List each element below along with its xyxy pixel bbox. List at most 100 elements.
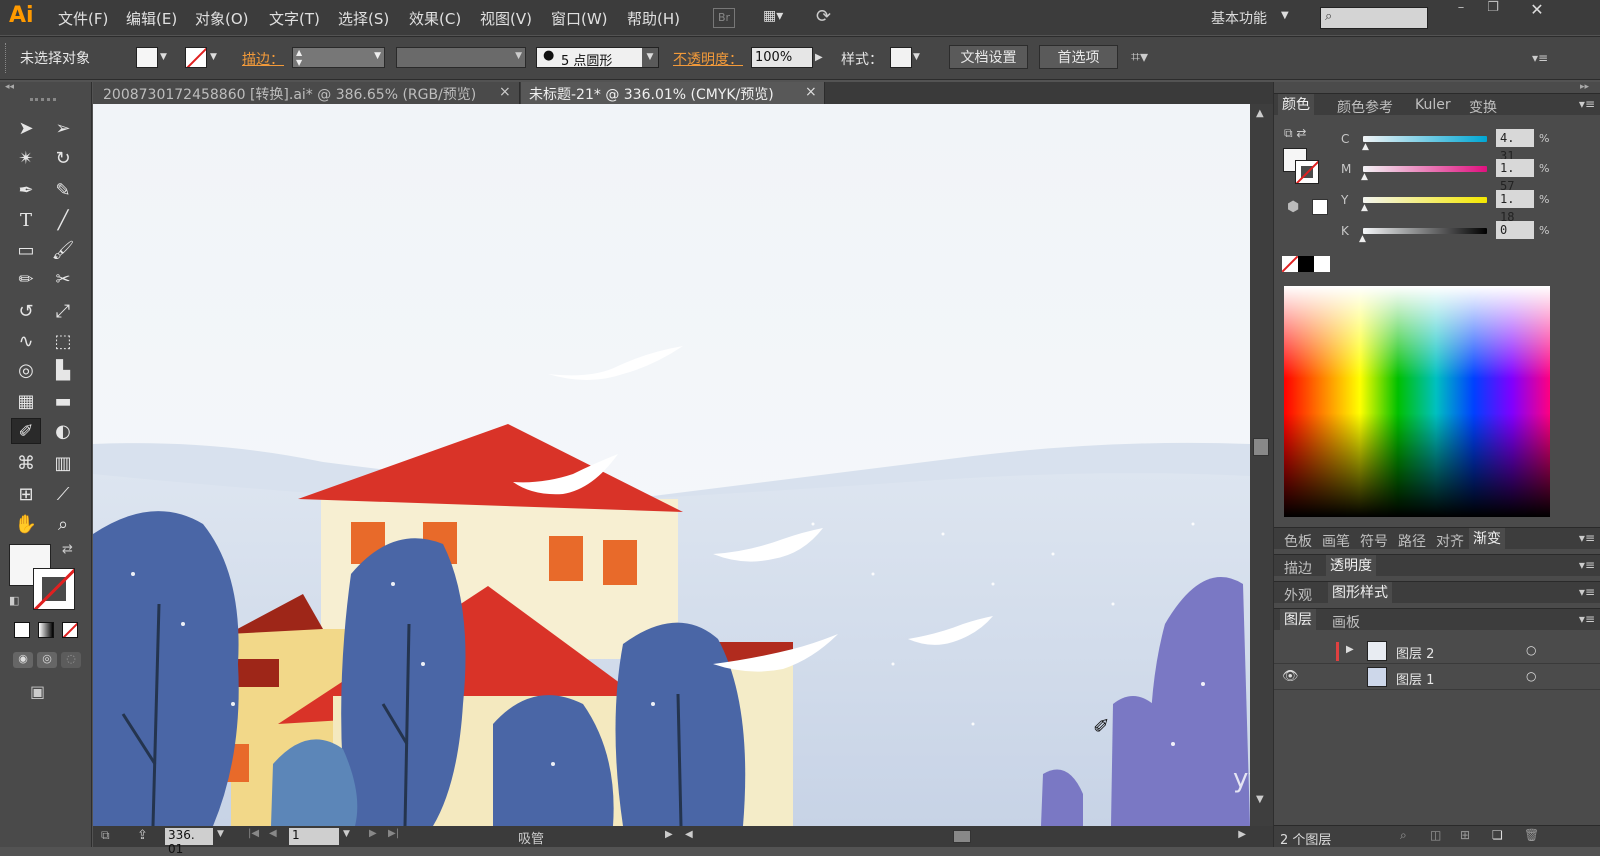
- vertical-scrollbar[interactable]: ▲ ▼: [1250, 104, 1273, 826]
- magenta-value-input[interactable]: 1. 57: [1496, 159, 1534, 193]
- draw-behind-icon[interactable]: ◎: [37, 652, 57, 668]
- stroke-dropdown-icon[interactable]: ▼: [210, 47, 222, 68]
- expand-triangle-icon[interactable]: ▶: [1346, 644, 1354, 655]
- make-clipping-mask-icon[interactable]: ◫: [1430, 828, 1441, 842]
- none-mode-button[interactable]: [62, 622, 78, 638]
- paintbrush-tool-icon[interactable]: 🖌: [48, 237, 78, 263]
- draw-normal-icon[interactable]: ◉: [13, 652, 33, 668]
- tab-symbols[interactable]: 符号: [1360, 531, 1388, 551]
- graphic-style-dropdown-icon[interactable]: ▼: [913, 47, 927, 68]
- help-search-input[interactable]: ⌕: [1320, 7, 1428, 29]
- warp-tool-icon[interactable]: ∿: [11, 328, 41, 354]
- swatches-panel-menu-icon[interactable]: ▾≡: [1579, 531, 1595, 545]
- direct-selection-tool-icon[interactable]: ➢: [48, 115, 78, 141]
- status-menu-icon[interactable]: ▶: [665, 829, 673, 840]
- magenta-slider-handle[interactable]: ▲: [1361, 172, 1368, 182]
- black-color-swatch[interactable]: [1298, 256, 1314, 272]
- tab-appearance[interactable]: 外观: [1284, 585, 1312, 605]
- layer-row[interactable]: ▶ 图层 2 ○: [1274, 639, 1600, 664]
- menu-object[interactable]: 对象(O): [195, 8, 249, 29]
- artboard-dropdown-icon[interactable]: ▼: [343, 829, 350, 839]
- menu-help[interactable]: 帮助(H): [627, 8, 680, 29]
- pencil-tool-icon[interactable]: ✏: [11, 266, 41, 292]
- preferences-button[interactable]: 首选项: [1039, 45, 1118, 69]
- blend-tool-icon[interactable]: ◐: [48, 418, 78, 444]
- fill-stroke-mini-icon[interactable]: ⧉ ⇄: [1284, 126, 1306, 141]
- stroke-swatch[interactable]: [185, 47, 207, 68]
- scroll-down-icon[interactable]: ▼: [1256, 794, 1264, 805]
- color-mode-button[interactable]: [14, 622, 30, 638]
- prev-artboard-icon[interactable]: ◀: [269, 828, 277, 839]
- line-segment-tool-icon[interactable]: ╱: [48, 207, 78, 233]
- rectangle-tool-icon[interactable]: ▭: [11, 237, 41, 263]
- last-artboard-icon[interactable]: ▶|: [388, 828, 399, 839]
- column-graph-tool-icon[interactable]: ▥: [48, 450, 78, 476]
- tab-artboards[interactable]: 画板: [1332, 612, 1360, 632]
- menu-select[interactable]: 选择(S): [338, 8, 389, 29]
- document-tab-1-close-icon[interactable]: ×: [499, 84, 511, 100]
- tools-panel-collapse-icon[interactable]: ◂◂: [5, 82, 14, 92]
- stroke-label[interactable]: 描边：: [242, 49, 284, 69]
- workspace-chevron-icon[interactable]: ▼: [1281, 10, 1289, 21]
- scissors-tool-icon[interactable]: ✂: [48, 266, 78, 292]
- tab-transform[interactable]: 变换: [1469, 97, 1497, 117]
- control-panel-menu-icon[interactable]: ▾≡: [1532, 51, 1548, 65]
- layers-panel-menu-icon[interactable]: ▾≡: [1579, 612, 1595, 626]
- menu-view[interactable]: 视图(V): [480, 8, 532, 29]
- brush-dropdown-icon[interactable]: ▼: [642, 48, 658, 67]
- close-button[interactable]: ✕: [1522, 0, 1552, 24]
- scroll-right-icon[interactable]: ▶: [1238, 829, 1246, 840]
- layer-row[interactable]: 👁 图层 1 ○: [1274, 665, 1600, 690]
- menu-edit[interactable]: 编辑(E): [126, 8, 177, 29]
- cyan-slider-handle[interactable]: ▲: [1362, 142, 1369, 152]
- variable-width-profile[interactable]: ▼: [396, 47, 526, 68]
- tab-brushes[interactable]: 画笔: [1322, 531, 1350, 551]
- new-layer-icon[interactable]: ❏: [1492, 828, 1503, 842]
- symbol-sprayer-tool-icon[interactable]: ⌘: [11, 450, 41, 476]
- artboard-tool-icon[interactable]: ⊞: [11, 481, 41, 507]
- white-color-swatch[interactable]: [1314, 256, 1330, 272]
- layer-target-icon[interactable]: ○: [1526, 643, 1536, 657]
- color-panel-menu-icon[interactable]: ▾≡: [1579, 97, 1595, 111]
- bridge-button[interactable]: Br: [713, 8, 735, 28]
- tab-transparency[interactable]: 透明度: [1326, 555, 1376, 577]
- delete-layer-icon[interactable]: 🗑: [1524, 828, 1539, 842]
- tab-color-guide[interactable]: 颜色参考: [1337, 97, 1393, 117]
- graphic-style-swatch[interactable]: [890, 47, 912, 68]
- dock-collapse-icon[interactable]: ▸▸: [1580, 82, 1589, 92]
- zoom-level-input[interactable]: 336. 01: [165, 828, 213, 856]
- tab-layers[interactable]: 图层: [1280, 609, 1316, 631]
- draw-inside-icon[interactable]: ◌: [61, 652, 81, 668]
- pen-tool-icon[interactable]: ✒: [11, 177, 41, 203]
- swap-fill-stroke-icon[interactable]: ⇄: [62, 542, 73, 557]
- opacity-label[interactable]: 不透明度：: [673, 49, 743, 69]
- tab-align[interactable]: 对齐: [1436, 531, 1464, 551]
- default-fill-stroke-icon[interactable]: ◧: [9, 594, 19, 607]
- artboard-canvas[interactable]: ✐ yy: [93, 104, 1250, 826]
- hand-tool-icon[interactable]: ✋: [11, 511, 41, 537]
- fill-swatch[interactable]: [136, 47, 158, 68]
- stroke-weight-dropdown-icon[interactable]: ▼: [374, 51, 381, 61]
- document-setup-button[interactable]: 文档设置: [949, 45, 1028, 69]
- magenta-slider-track[interactable]: [1363, 166, 1487, 172]
- appearance-panel-menu-icon[interactable]: ▾≡: [1579, 585, 1595, 599]
- menu-type[interactable]: 文字(T): [269, 8, 320, 29]
- document-tab-2[interactable]: 未标题-21* @ 336.01% (CMYK/预览) ×: [521, 82, 825, 104]
- screen-mode-icon[interactable]: ▣: [30, 682, 45, 701]
- opacity-input[interactable]: 100%: [751, 47, 813, 68]
- profile-dropdown-icon[interactable]: ▼: [515, 51, 522, 61]
- zoom-dropdown-icon[interactable]: ▼: [217, 829, 224, 839]
- magic-wand-tool-icon[interactable]: ✴: [11, 145, 41, 171]
- black-slider-handle[interactable]: ▲: [1359, 234, 1366, 244]
- horizontal-scroll-thumb[interactable]: [953, 830, 971, 843]
- lasso-tool-icon[interactable]: ↻: [48, 145, 78, 171]
- scale-tool-icon[interactable]: ⤢: [48, 298, 78, 324]
- tab-stroke[interactable]: 描边: [1284, 558, 1312, 578]
- menu-window[interactable]: 窗口(W): [551, 8, 608, 29]
- cyan-value-input[interactable]: 4. 31: [1496, 129, 1534, 163]
- stroke-panel-menu-icon[interactable]: ▾≡: [1579, 558, 1595, 572]
- yellow-slider-handle[interactable]: ▲: [1361, 203, 1368, 213]
- status-bar-share-icon[interactable]: ⧉: [101, 828, 110, 843]
- out-of-gamut-icon[interactable]: ⬢: [1287, 199, 1299, 215]
- menu-file[interactable]: 文件(F): [58, 8, 108, 29]
